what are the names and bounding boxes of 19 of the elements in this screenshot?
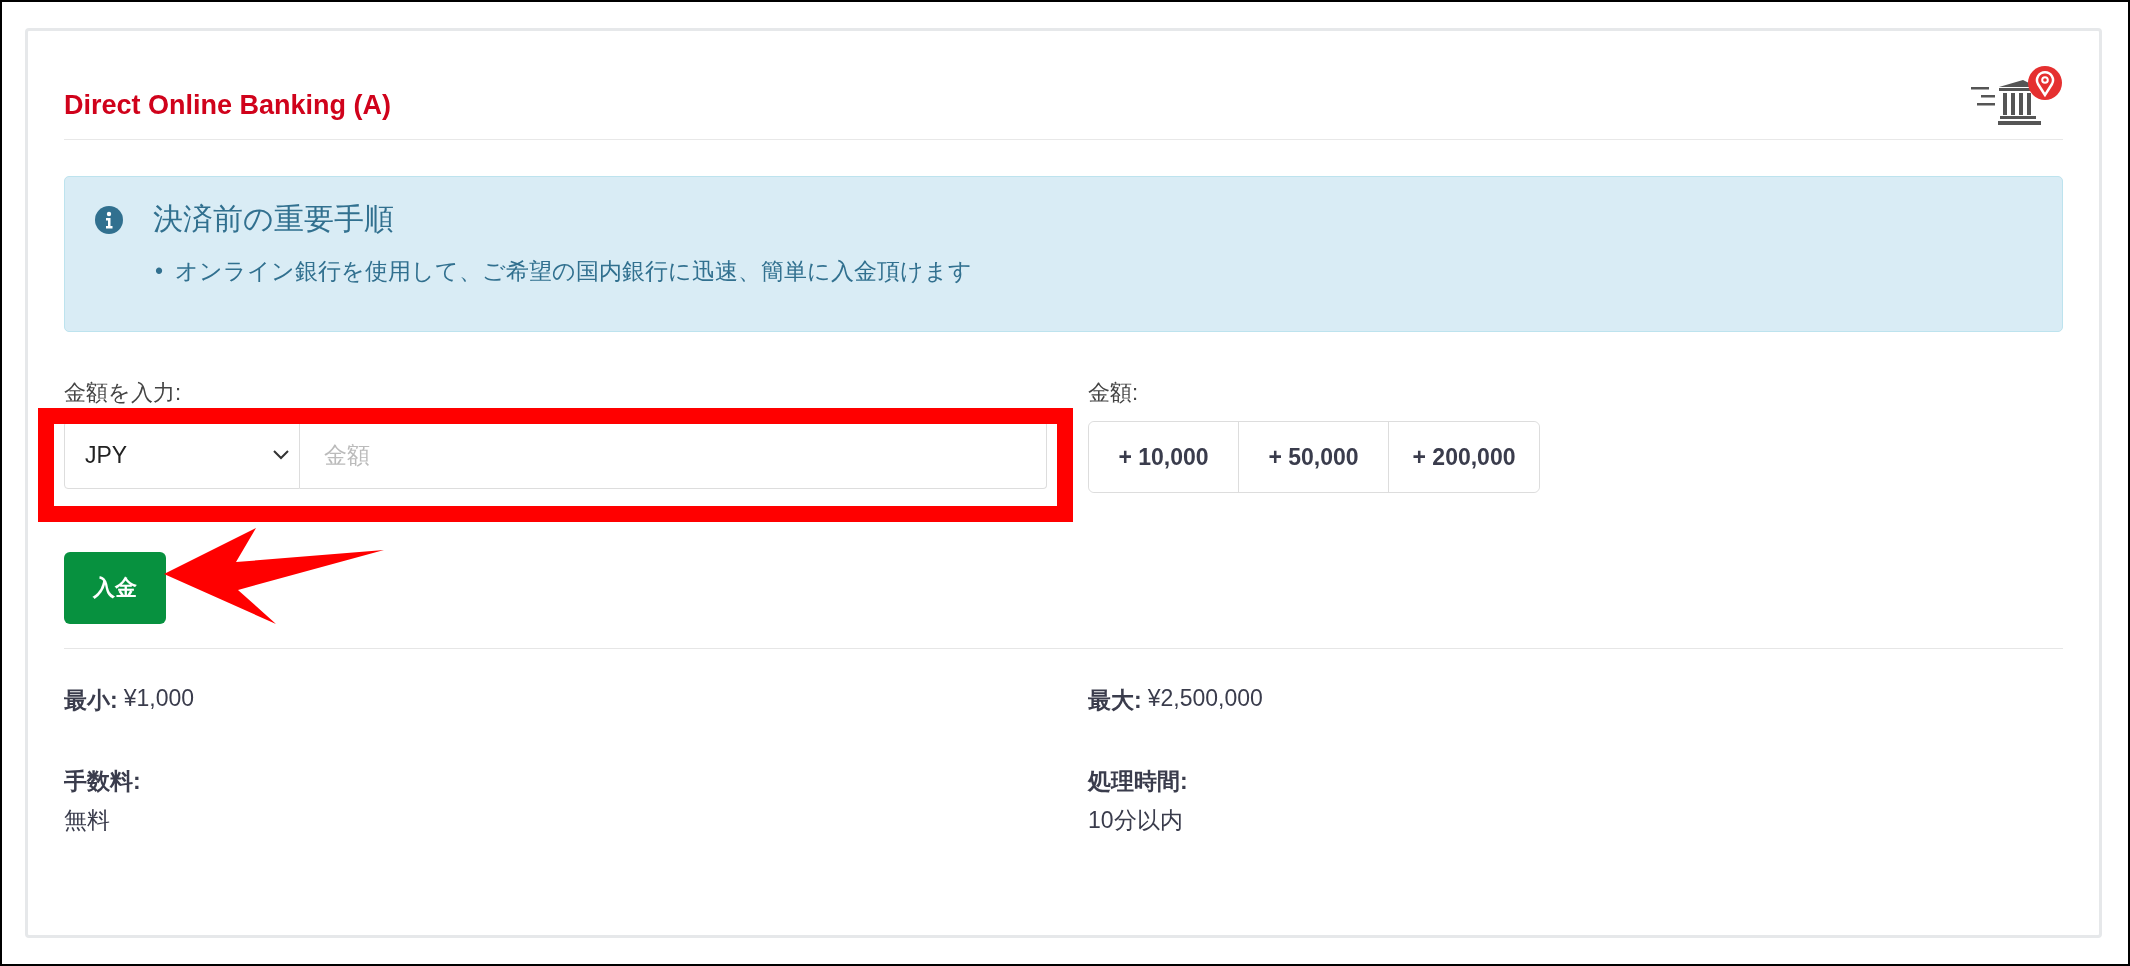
alert-heading: 決済前の重要手順 [153,201,394,237]
alert-text: オンライン銀行を使用して、ご希望の国内銀行に迅速、簡単に入金頂けます [175,257,973,286]
payment-method-title: Direct Online Banking (A) [64,90,392,121]
limit-label: 最小: [64,686,118,716]
amount-input[interactable]: 金額 [300,421,1047,490]
limit-label: 手数料: [64,767,142,797]
limit-label: 最大: [1088,686,1142,716]
quick-amount-button[interactable]: + 10,000 [1089,422,1239,493]
limit-label: 処理時間: [1088,767,1189,797]
limit-value: 10分以内 [1088,806,1184,836]
limit-value: ¥2,500,000 [1147,685,1263,714]
field-label: 金額: [1088,380,1139,406]
field-label: 金額を入力: [64,380,182,406]
info-icon [95,205,123,234]
deposit-button[interactable]: 入金 [64,551,166,624]
bullet-mark: • [155,257,164,286]
limit-value: 無料 [64,806,111,836]
limit-value: ¥1,000 [123,685,195,714]
chevron-down-icon [273,450,289,461]
